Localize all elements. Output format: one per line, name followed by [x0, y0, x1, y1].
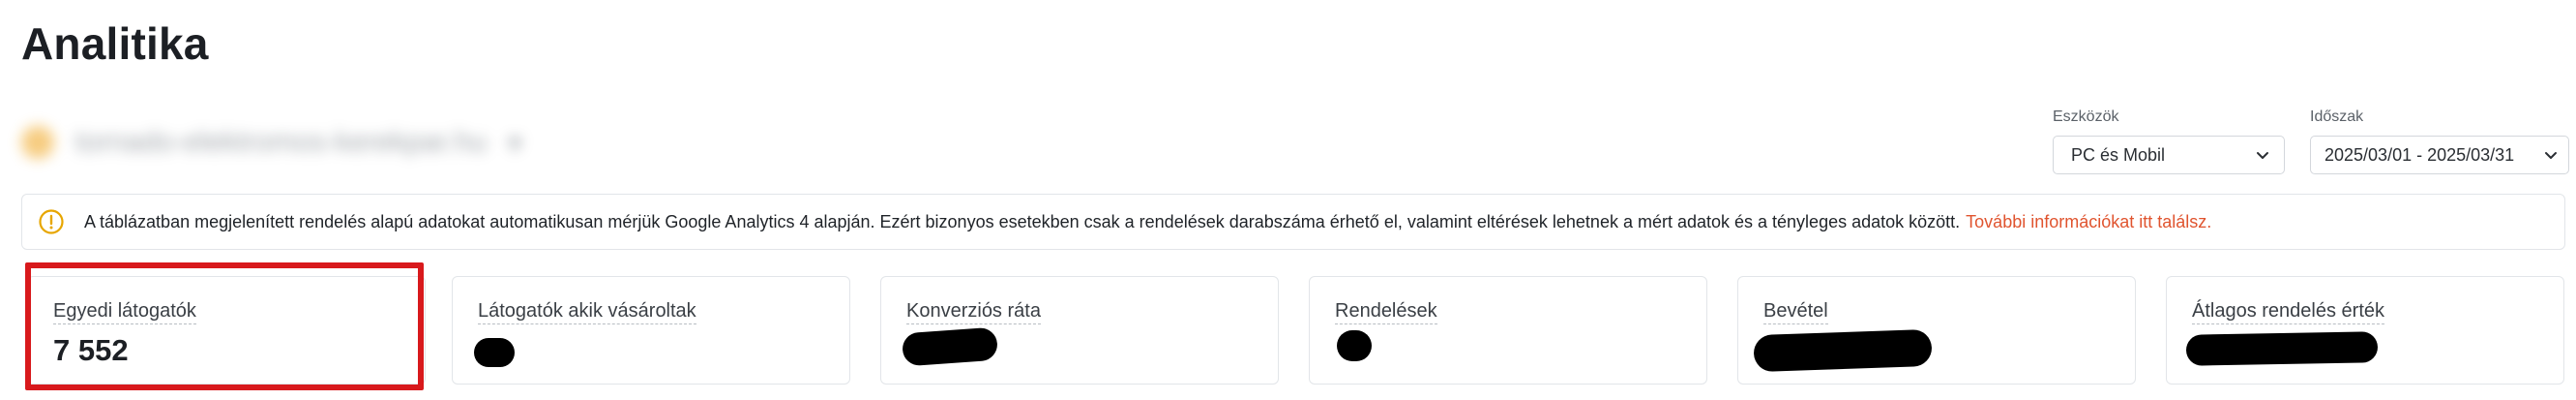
kpi-label: Konverziós ráta — [906, 300, 1041, 324]
period-select[interactable]: 2025/03/01 - 2025/03/31 — [2310, 136, 2569, 174]
kpi-card-unique-visitors: Egyedi látogatók 7 552 — [27, 276, 426, 385]
kpi-card-buying-visitors: Látogatók akik vásároltak — [452, 276, 850, 385]
devices-select-value: PC és Mobil — [2071, 144, 2166, 165]
kpi-card-orders: Rendelések — [1309, 276, 1707, 385]
site-logo-icon — [21, 126, 54, 159]
page-title: Analitika — [21, 18, 209, 69]
kpi-value: 7 552 — [53, 333, 129, 367]
redacted-value — [1337, 330, 1372, 361]
devices-filter-label: Eszközök — [2053, 108, 2119, 125]
devices-select[interactable]: PC és Mobil — [2053, 136, 2285, 174]
site-name: tornado-elektromos-kerekpar.hu — [75, 126, 488, 158]
kpi-label: Rendelések — [1335, 300, 1437, 324]
period-select-value: 2025/03/01 - 2025/03/31 — [2324, 144, 2515, 165]
chevron-down-icon — [2257, 152, 2268, 159]
redacted-value — [474, 338, 515, 367]
period-filter: Időszak 2025/03/01 - 2025/03/31 — [2310, 108, 2569, 174]
notice-more-info-link[interactable]: További információkat itt találsz. — [1966, 212, 2211, 232]
period-filter-label: Időszak — [2310, 108, 2364, 125]
warning-circle-icon — [39, 209, 64, 234]
devices-filter: Eszközök PC és Mobil — [2053, 108, 2285, 174]
kpi-label: Átlagos rendelés érték — [2192, 300, 2385, 324]
kpi-card-revenue: Bevétel — [1737, 276, 2136, 385]
redacted-value — [901, 326, 999, 367]
kpi-label: Egyedi látogatók — [53, 300, 196, 324]
redacted-value — [1753, 328, 1933, 373]
kpi-label: Bevétel — [1763, 300, 1828, 324]
info-notice: A táblázatban megjelenített rendelés ala… — [21, 194, 2565, 250]
redacted-value — [2185, 331, 2379, 366]
chevron-down-icon: ▾ — [508, 127, 522, 158]
site-selector[interactable]: tornado-elektromos-kerekpar.hu ▾ — [21, 112, 573, 172]
kpi-label: Látogatók akik vásároltak — [478, 300, 696, 324]
notice-text: A táblázatban megjelenített rendelés ala… — [84, 211, 1961, 231]
chevron-down-icon — [2545, 152, 2557, 159]
kpi-card-conversion-rate: Konverziós ráta — [880, 276, 1279, 385]
kpi-card-average-order-value: Átlagos rendelés érték — [2166, 276, 2564, 385]
